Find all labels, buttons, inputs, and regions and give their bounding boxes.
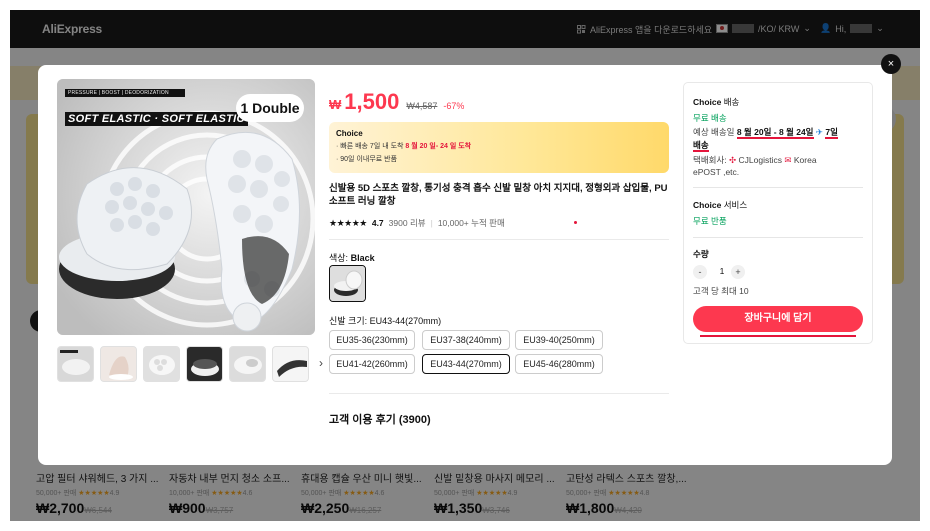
annotation-underline: [700, 335, 856, 337]
discount-badge: -67%: [443, 101, 465, 111]
chevron-right-icon[interactable]: ›: [319, 356, 323, 370]
price-currency: ₩: [329, 97, 342, 112]
thumbnail[interactable]: [272, 346, 309, 382]
add-to-cart-button[interactable]: 장바구니에 담기: [693, 306, 863, 332]
divider: [693, 187, 863, 188]
purchase-panel: Choice 배송 무료 배송 예상 배송일 8 월 20일 - 8 월 24일…: [683, 82, 873, 344]
size-option[interactable]: EU35-36(230mm): [329, 330, 415, 350]
size-option-selected[interactable]: EU43-44(270mm): [422, 354, 510, 374]
product-main-image[interactable]: PRESSURE | BOOST | DEODORIZATION SOFT EL…: [57, 79, 315, 335]
thumbnail[interactable]: [57, 346, 94, 382]
choice-logo: Choice: [336, 129, 363, 138]
rating-row: ★★★★★ 4.7 3900 리뷰 | 10,000+ 누적 판매: [329, 217, 505, 229]
size-label: 신발 크기: EU43-44(270mm): [329, 316, 442, 326]
thumbnail[interactable]: [229, 346, 266, 382]
sold-count: 10,000+ 누적 판매: [437, 218, 505, 228]
image-banner: SOFT ELASTIC · SOFT ELASTIC: [65, 112, 248, 126]
post-logo-icon: ✉: [784, 155, 792, 165]
fast-delivery-line: · 빠른 배송 7일 내 도착 8 월 20 일- 24 일 도착: [336, 143, 472, 150]
max-per-customer: 고객 당 최대 10: [693, 286, 749, 296]
star-rating-icon: ★★★★★: [329, 217, 367, 228]
plane-icon: ✈: [815, 127, 823, 137]
price-row: ₩ 1,500 ₩4,587 -67%: [329, 89, 464, 115]
divider: [693, 237, 863, 238]
size-option[interactable]: EU45-46(280mm): [515, 354, 603, 374]
thumbnail[interactable]: [186, 346, 223, 382]
thumbnail[interactable]: [143, 346, 180, 382]
shipping-heading: Choice 배송: [693, 97, 740, 107]
estimated-delivery: 예상 배송일 8 월 20일 - 8 월 24일 ✈ 7일: [693, 127, 838, 139]
quantity-value[interactable]: 1: [715, 266, 729, 276]
sale-price: 1,500: [344, 89, 400, 114]
eta-days: 7일: [825, 127, 838, 139]
product-title: 신발용 5D 스포츠 깔창, 통기성 충격 흡수 신발 밑창 아치 지지대, 정…: [329, 183, 668, 207]
free-return-line: · 90일 이내무료 반품: [336, 156, 398, 163]
free-return: 무료 반품: [693, 216, 727, 226]
divider: [329, 239, 669, 240]
service-heading: Choice 서비스: [693, 200, 748, 210]
carrier-info-cont: ePOST ,etc.: [693, 167, 740, 177]
quantity-label: 수량: [693, 249, 709, 259]
size-option[interactable]: EU41-42(260mm): [329, 354, 415, 374]
review-count[interactable]: 3900 리뷰: [389, 217, 426, 229]
choice-info-box: Choice · 빠른 배송 7일 내 도착 8 월 20 일- 24 일 도착…: [329, 122, 669, 173]
red-dot: [574, 221, 577, 224]
eta-dates: 8 월 20일 - 8 월 24일: [736, 127, 814, 139]
product-quickview-modal: PRESSURE | BOOST | DEODORIZATION SOFT EL…: [38, 65, 892, 465]
size-option[interactable]: EU37-38(240mm): [422, 330, 510, 350]
reviews-heading[interactable]: 고객 이용 후기 (3900): [329, 411, 431, 427]
thumbnail[interactable]: [100, 346, 137, 382]
quantity-decrease-button[interactable]: -: [693, 265, 707, 279]
quantity-increase-button[interactable]: +: [731, 265, 745, 279]
rating-value: 4.7: [371, 218, 384, 228]
divider: [329, 393, 669, 394]
size-option[interactable]: EU39-40(250mm): [515, 330, 603, 350]
image-tagline: PRESSURE | BOOST | DEODORIZATION: [65, 89, 185, 97]
delivery-dates: 8 월 20 일- 24 일 도착: [405, 143, 472, 150]
free-shipping: 무료 배송: [693, 113, 727, 123]
color-label: 색상: Black: [329, 253, 375, 263]
divider: |: [430, 218, 433, 228]
eta-suffix: 배송: [693, 140, 709, 152]
color-value: Black: [350, 253, 375, 263]
thumbnail-strip: ›: [57, 346, 323, 382]
double-badge: 1 Double: [236, 94, 304, 122]
close-icon[interactable]: ×: [881, 54, 901, 74]
carrier-info: 택배회사: ✣ CJLogistics ✉ Korea: [693, 155, 817, 165]
carrier-logo-icon: ✣: [729, 155, 737, 165]
original-price: ₩4,587: [406, 101, 438, 111]
color-swatch-black[interactable]: [329, 265, 366, 302]
